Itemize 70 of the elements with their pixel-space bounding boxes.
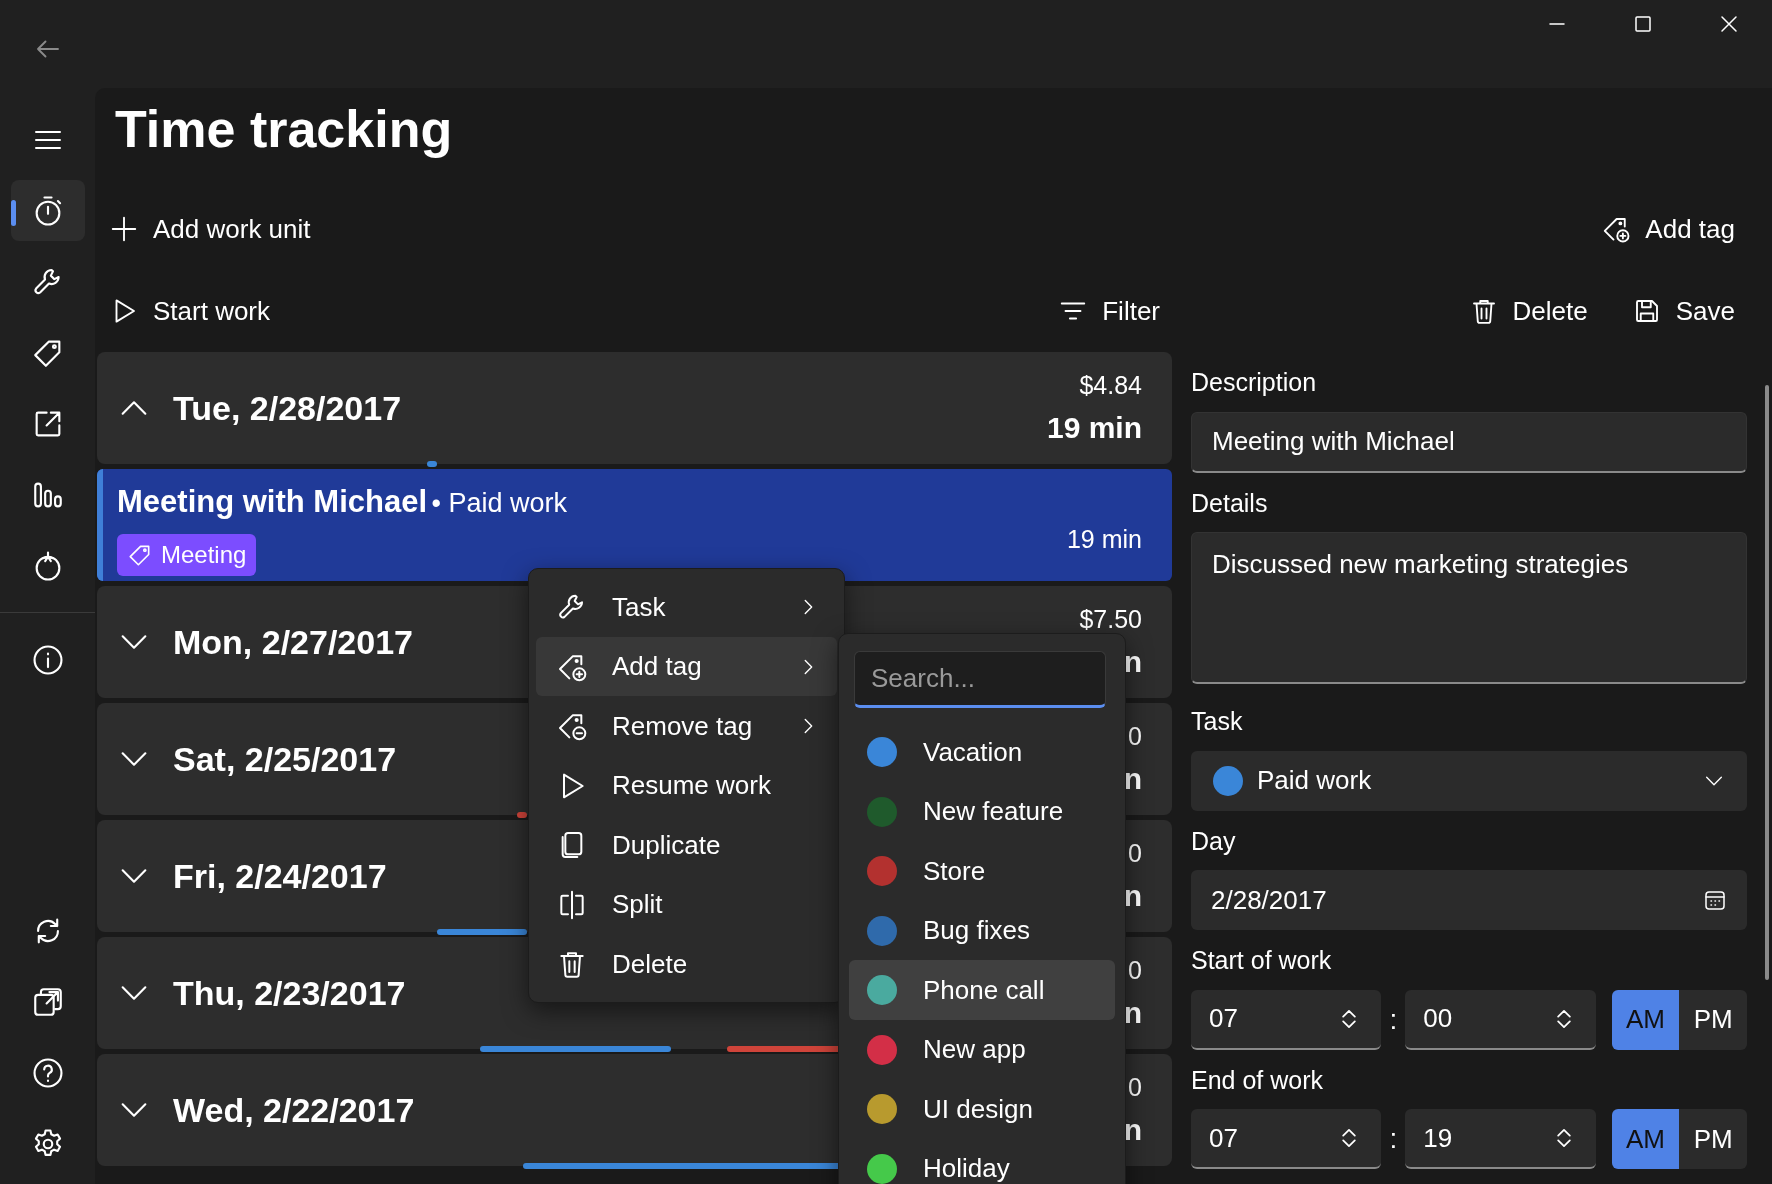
day-date: Wed, 2/22/2017: [173, 1089, 415, 1131]
tag-option[interactable]: Vacation: [849, 722, 1115, 782]
menu-item[interactable]: Delete: [536, 934, 837, 994]
day-date: Fri, 2/24/2017: [173, 855, 387, 897]
work-entry-card[interactable]: Meeting with Michael• Paid work Meeting 19 min: [97, 469, 1172, 582]
add-tag-button[interactable]: Add tag: [1589, 199, 1747, 259]
minute-spinner[interactable]: 00: [1405, 989, 1596, 1050]
day-duration: n: [1123, 760, 1142, 797]
timeline-bar: [517, 812, 527, 819]
time-separator: :: [1388, 1002, 1399, 1037]
day-date: Mon, 2/27/2017: [173, 621, 413, 663]
entry-duration: 19 min: [1066, 524, 1142, 556]
period-toggle[interactable]: AM: [1611, 1109, 1680, 1170]
scrollbar[interactable]: [1765, 385, 1769, 980]
entry-title: Meeting with Michael: [117, 484, 428, 520]
hour-spinner[interactable]: 07: [1191, 989, 1382, 1050]
search-field[interactable]: Search...: [854, 651, 1106, 709]
entry-task: • Paid work: [431, 488, 567, 519]
day-date: Sat, 2/25/2017: [173, 738, 397, 780]
day-date: Thu, 2/23/2017: [173, 972, 406, 1014]
time-separator: :: [1388, 1122, 1399, 1157]
day-amount: $4.84: [1078, 370, 1142, 402]
field-label: Details: [1191, 487, 1269, 519]
tag-option[interactable]: Bug fixes: [849, 900, 1115, 961]
calendar-icon: [1703, 888, 1727, 913]
field-label: Description: [1191, 367, 1318, 399]
hour-spinner[interactable]: 07: [1191, 1109, 1382, 1170]
menu-item[interactable]: Split: [536, 874, 837, 935]
day-amount: 0: [1127, 838, 1142, 870]
minute-spinner[interactable]: 19: [1405, 1109, 1596, 1170]
day-amount: 0: [1127, 721, 1142, 753]
period-toggle[interactable]: PM: [1679, 1109, 1747, 1170]
start-work-button[interactable]: Start work: [97, 281, 283, 341]
day-duration: 19 min: [1046, 409, 1142, 446]
tag-chip: Meeting: [117, 533, 257, 576]
date-picker[interactable]: 2/28/2017: [1191, 870, 1747, 931]
period-toggle[interactable]: AM: [1611, 989, 1680, 1050]
menu-item[interactable]: Add tag: [536, 636, 837, 697]
filter-button[interactable]: Filter: [1046, 281, 1172, 341]
nav-item[interactable]: [10, 180, 85, 241]
delete-button[interactable]: Delete: [1456, 281, 1600, 341]
add-work-unit-button[interactable]: Add work unit: [97, 199, 323, 259]
field-label: Start of work: [1191, 945, 1333, 977]
menu-item[interactable]: Remove tag: [536, 696, 837, 756]
field-label: Task: [1191, 706, 1244, 738]
day-duration: n: [1123, 877, 1142, 914]
save-button[interactable]: Save: [1619, 281, 1747, 341]
day-amount: 0: [1127, 1072, 1142, 1104]
menu-item[interactable]: Duplicate: [536, 815, 837, 875]
field-label: Day: [1191, 825, 1237, 857]
menu-item[interactable]: Resume work: [536, 755, 837, 816]
day-duration: n: [1123, 994, 1142, 1031]
tag-option[interactable]: UI design: [849, 1079, 1115, 1139]
day-date: Tue, 2/28/2017: [173, 387, 402, 429]
day-amount: $7.50: [1079, 604, 1142, 636]
day-duration: n: [1123, 1111, 1142, 1148]
details-field[interactable]: Discussed new marketing strategies: [1191, 532, 1747, 685]
day-amount: 0: [1127, 955, 1142, 987]
minimize-icon: [1549, 23, 1565, 25]
day-duration: n: [1122, 643, 1142, 680]
description-field[interactable]: Meeting with Michael: [1191, 411, 1747, 473]
task-dropdown[interactable]: Paid work: [1191, 750, 1747, 811]
tag-option[interactable]: Phone call: [849, 960, 1115, 1020]
day-header-card[interactable]: Tue, 2/28/2017 $4.84 19 min: [97, 352, 1172, 465]
tag-option[interactable]: Store: [849, 841, 1115, 901]
period-toggle[interactable]: PM: [1679, 989, 1747, 1050]
tag-option[interactable]: New feature: [849, 781, 1115, 842]
page-title: Time tracking: [115, 99, 454, 160]
timeline-bar: [427, 461, 437, 468]
field-label: End of work: [1191, 1064, 1324, 1096]
